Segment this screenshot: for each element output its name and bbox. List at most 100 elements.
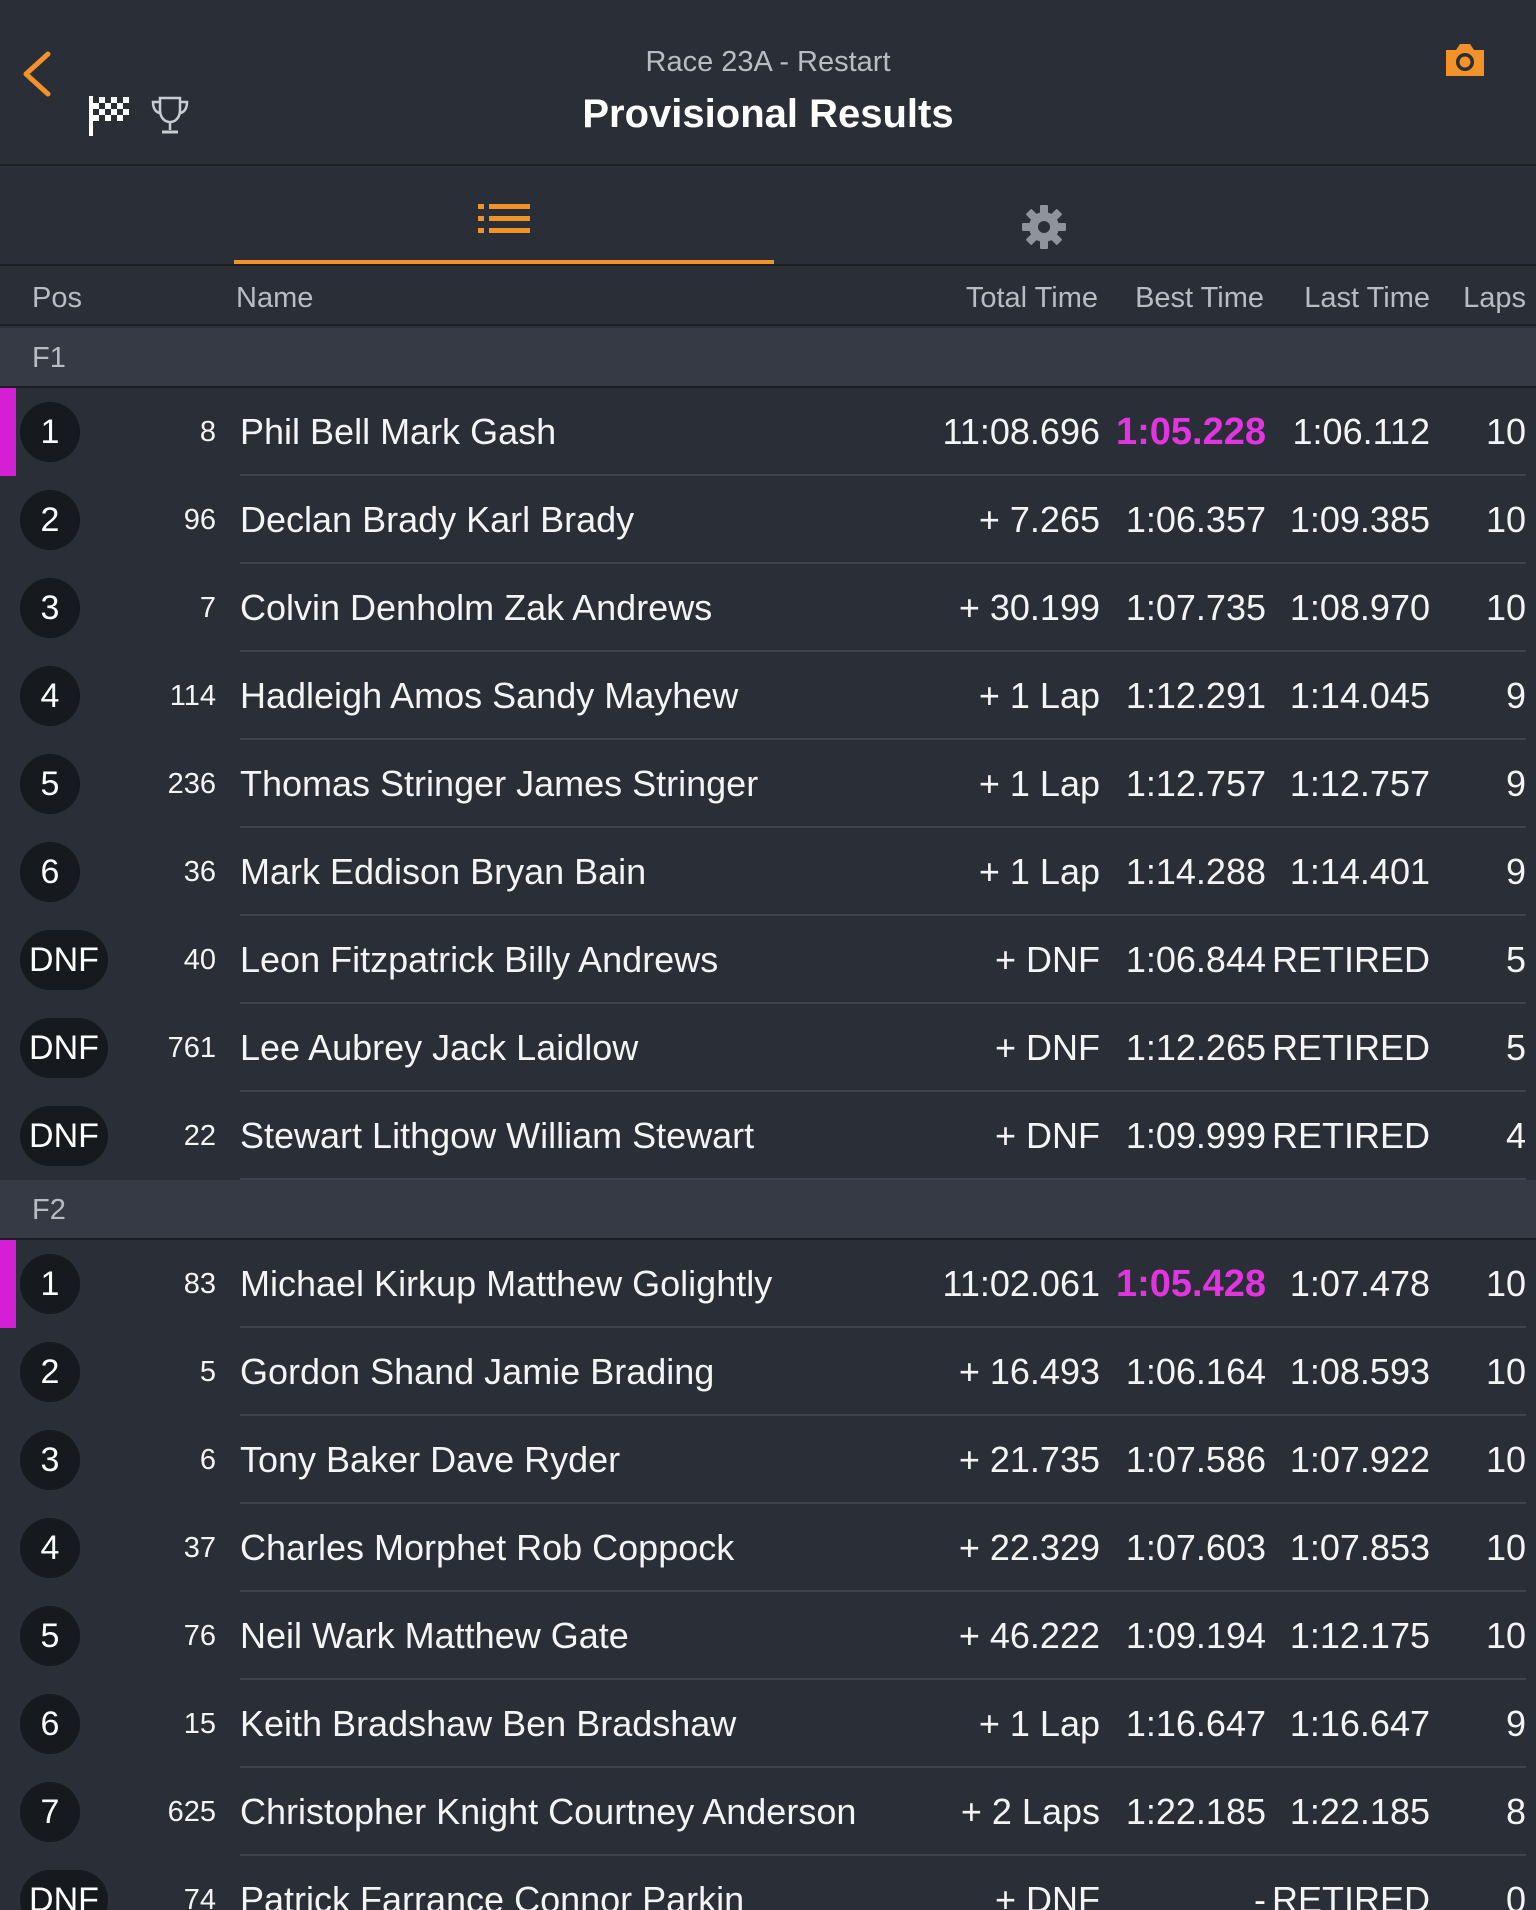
car-number: 7 <box>199 592 216 624</box>
result-row[interactable]: 2 96 Declan Brady Karl Brady + 7.265 1:06.35… <box>0 476 1536 564</box>
result-row[interactable]: DNF 761 Lee Aubrey Jack Laidlow + DNF 1:12.2… <box>0 1004 1536 1092</box>
class-section-header: F1 <box>0 328 1536 388</box>
result-row[interactable]: 6 36 Mark Eddison Bryan Bain + 1 Lap 1:14.28… <box>0 828 1536 916</box>
laps-count: 10 <box>1485 587 1526 628</box>
laps-count: 0 <box>1505 1879 1526 1910</box>
last-time: RETIRED <box>1271 939 1430 980</box>
last-time: RETIRED <box>1271 1027 1430 1068</box>
total-time: + DNF <box>994 1879 1100 1910</box>
last-time: 1:14.045 <box>1289 675 1430 716</box>
view-tabs <box>0 166 1536 266</box>
position-badge: 2 <box>20 490 80 550</box>
car-number: 76 <box>183 1620 216 1652</box>
total-time: 11:08.696 <box>942 411 1100 452</box>
laps-count: 4 <box>1505 1115 1526 1156</box>
position-badge: 4 <box>20 1518 80 1578</box>
best-time: 1:07.586 <box>1125 1439 1266 1480</box>
best-time: 1:12.757 <box>1125 763 1266 804</box>
driver-names: Neil Wark Matthew Gate <box>240 1615 629 1656</box>
class-section-header: F2 <box>0 1180 1536 1240</box>
result-row[interactable]: 5 76 Neil Wark Matthew Gate + 46.222 1:09.19… <box>0 1592 1536 1680</box>
driver-names: Gordon Shand Jamie Brading <box>240 1351 715 1392</box>
driver-names: Leon Fitzpatrick Billy Andrews <box>240 939 719 980</box>
total-time: + 2 Laps <box>960 1791 1100 1832</box>
column-header-best-time[interactable]: Best Time <box>1135 282 1264 315</box>
best-time: 1:07.735 <box>1125 587 1266 628</box>
driver-names: Thomas Stringer James Stringer <box>240 763 759 804</box>
result-row[interactable]: 5 236 Thomas Stringer James Stringer + 1 La… <box>0 740 1536 828</box>
result-row[interactable]: DNF 74 Patrick Farrance Connor Parkin + DNF… <box>0 1856 1536 1910</box>
laps-count: 5 <box>1505 1027 1526 1068</box>
active-tab-indicator <box>234 260 774 264</box>
total-time: + 21.735 <box>958 1439 1100 1480</box>
driver-names: Christopher Knight Courtney Anderson <box>240 1791 857 1832</box>
best-time: 1:06.164 <box>1125 1351 1266 1392</box>
best-time: 1:12.291 <box>1125 675 1266 716</box>
position-badge: DNF <box>20 1870 108 1910</box>
column-header-pos[interactable]: Pos <box>32 282 82 315</box>
result-row[interactable]: 1 8 Phil Bell Mark Gash 11:08.696 1:05.228 1:… <box>0 388 1536 476</box>
total-time: + DNF <box>994 939 1100 980</box>
result-row[interactable]: 4 114 Hadleigh Amos Sandy Mayhew + 1 Lap 1:1… <box>0 652 1536 740</box>
result-row[interactable]: DNF 40 Leon Fitzpatrick Billy Andrews + DNF… <box>0 916 1536 1004</box>
result-row[interactable]: 6 15 Keith Bradshaw Ben Bradshaw + 1 Lap 1:1… <box>0 1680 1536 1768</box>
result-row[interactable]: 3 6 Tony Baker Dave Ryder + 21.735 1:07.586 1… <box>0 1416 1536 1504</box>
position-badge: DNF <box>20 1018 108 1078</box>
position-badge: DNF <box>20 930 108 990</box>
driver-names: Tony Baker Dave Ryder <box>240 1439 621 1480</box>
tab-results-list[interactable] <box>234 166 774 264</box>
last-time: 1:12.175 <box>1289 1615 1430 1656</box>
result-row[interactable]: 4 37 Charles Morphet Rob Coppock + 22.329 1:… <box>0 1504 1536 1592</box>
column-header-name[interactable]: Name <box>236 282 313 315</box>
last-time: 1:16.647 <box>1289 1703 1430 1744</box>
last-time: 1:08.593 <box>1289 1351 1430 1392</box>
laps-count: 9 <box>1505 1703 1526 1744</box>
car-number: 37 <box>183 1532 216 1564</box>
result-row[interactable]: 2 5 Gordon Shand Jamie Brading + 16.493 1:06… <box>0 1328 1536 1416</box>
nav-header: Race 23A - Restart Provisional Results <box>0 0 1536 166</box>
total-time: + 1 Lap <box>978 675 1100 716</box>
column-header-total-time[interactable]: Total Time <box>966 282 1098 315</box>
driver-names: Stewart Lithgow William Stewart <box>240 1115 755 1156</box>
camera-button[interactable] <box>1442 40 1488 80</box>
last-time: 1:07.478 <box>1289 1263 1430 1304</box>
column-header-laps[interactable]: Laps <box>1463 282 1526 315</box>
position-badge: 1 <box>20 402 80 462</box>
car-number: 15 <box>183 1708 216 1740</box>
last-time: 1:08.970 <box>1289 587 1430 628</box>
driver-names: Michael Kirkup Matthew Golightly <box>240 1263 773 1304</box>
laps-count: 10 <box>1485 411 1526 452</box>
last-time: 1:14.401 <box>1289 851 1430 892</box>
position-badge: DNF <box>20 1106 108 1166</box>
class-label: F2 <box>32 1194 66 1226</box>
total-time: 11:02.061 <box>942 1263 1100 1304</box>
driver-names: Charles Morphet Rob Coppock <box>240 1527 735 1568</box>
best-time: 1:06.844 <box>1125 939 1266 980</box>
best-time: 1:14.288 <box>1125 851 1266 892</box>
total-time: + 7.265 <box>978 499 1100 540</box>
camera-icon <box>1446 44 1484 76</box>
result-row[interactable]: 3 7 Colvin Denholm Zak Andrews + 30.199 1:07… <box>0 564 1536 652</box>
column-header-last-time[interactable]: Last Time <box>1304 282 1430 315</box>
total-time: + 16.493 <box>958 1351 1100 1392</box>
position-badge: 5 <box>20 754 80 814</box>
result-row[interactable]: 1 83 Michael Kirkup Matthew Golightly 11:02… <box>0 1240 1536 1328</box>
car-number: 625 <box>167 1796 216 1828</box>
driver-names: Phil Bell Mark Gash <box>240 411 557 452</box>
driver-names: Mark Eddison Bryan Bain <box>240 851 647 892</box>
fastest-lap-marker <box>0 388 16 476</box>
laps-count: 10 <box>1485 1351 1526 1392</box>
last-time: 1:07.853 <box>1289 1527 1430 1568</box>
laps-count: 5 <box>1505 939 1526 980</box>
laps-count: 10 <box>1485 1615 1526 1656</box>
last-time: 1:22.185 <box>1289 1791 1430 1832</box>
tab-settings[interactable] <box>774 166 1314 264</box>
result-row[interactable]: DNF 22 Stewart Lithgow William Stewart + DN… <box>0 1092 1536 1180</box>
gear-icon <box>1022 205 1066 249</box>
driver-names: Colvin Denholm Zak Andrews <box>240 587 713 628</box>
best-time: 1:22.185 <box>1125 1791 1266 1832</box>
best-time: 1:16.647 <box>1125 1703 1266 1744</box>
car-number: 236 <box>167 768 216 800</box>
position-badge: 1 <box>20 1254 80 1314</box>
result-row[interactable]: 7 625 Christopher Knight Courtney Anderson… <box>0 1768 1536 1856</box>
